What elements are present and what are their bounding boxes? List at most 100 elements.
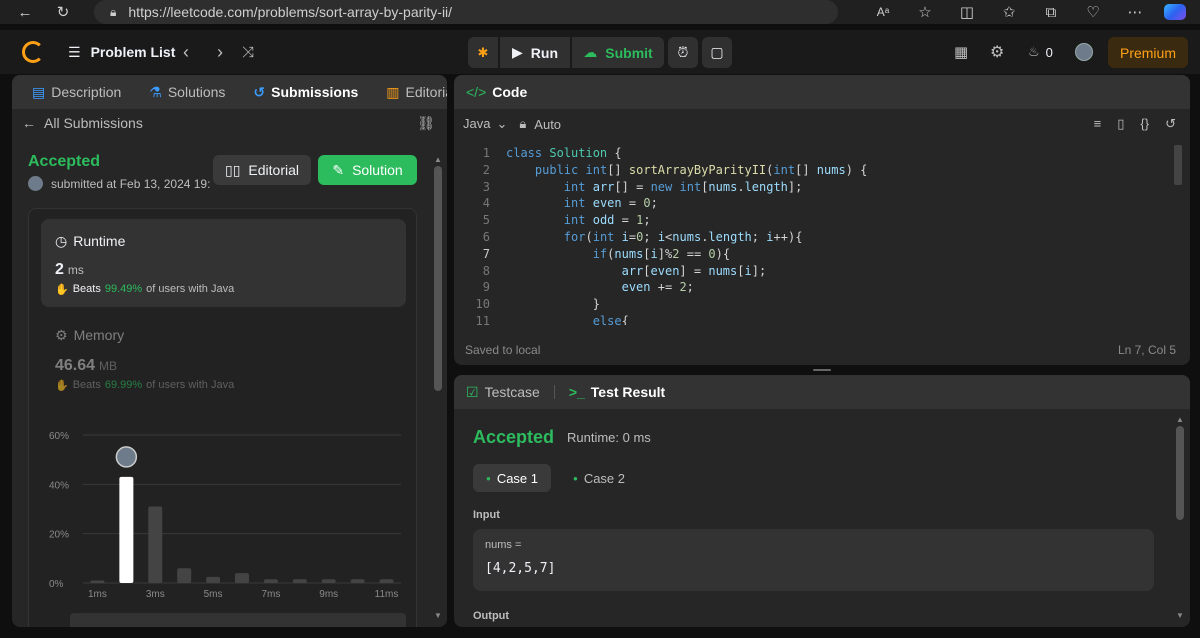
back-arrow-icon: ← — [22, 115, 36, 131]
chart-bar[interactable] — [206, 576, 221, 583]
chart-bar[interactable] — [148, 506, 163, 583]
chart-bar[interactable] — [119, 476, 134, 583]
split-screen-icon[interactable]: ◫ — [946, 3, 988, 21]
solution-button[interactable]: ✎ Solution — [318, 155, 417, 185]
runtime-card[interactable]: ◷ Runtime 2 ms ✋ Beats 99.49% of users w… — [41, 219, 406, 307]
collections-icon[interactable]: ⧉ — [1030, 4, 1072, 21]
timer-button[interactable]: ⏰︎ — [668, 37, 698, 68]
range-selector[interactable] — [70, 613, 406, 627]
copilot-icon[interactable] — [1164, 4, 1186, 20]
clock-icon: ◷ — [55, 233, 68, 249]
code-text: int arr[] = new int[nums.length]; — [563, 179, 803, 194]
chart-bar[interactable] — [350, 579, 365, 583]
memory-value: 46.64 — [55, 357, 96, 374]
tab-testcase[interactable]: ☑ Testcase — [466, 384, 548, 401]
runtime-unit: ms — [67, 263, 84, 277]
tab-solutions[interactable]: ⚗ Solutions — [141, 84, 233, 101]
chart-bar[interactable] — [235, 573, 249, 583]
code-text: class Solution { — [506, 146, 622, 160]
debug-button[interactable]: ✱ — [468, 37, 498, 68]
back-arrow-icon[interactable]: ← — [10, 4, 40, 21]
next-problem-icon[interactable]: › — [217, 30, 223, 74]
flask-icon: ⚗ — [149, 83, 162, 100]
code-editor[interactable]: 1 class Solution {2 public int[] sortArra… — [454, 145, 1174, 325]
edit-icon: ✎ — [332, 161, 345, 178]
code-line[interactable]: 7 if(nums[i]%2 == 0){ — [454, 246, 1174, 263]
chart-bar[interactable] — [379, 579, 394, 583]
link-icon[interactable]: ⛓ — [417, 115, 435, 132]
chip-icon: ⚙ — [55, 327, 68, 343]
code-scrollbar[interactable] — [1174, 145, 1182, 185]
chart-bar[interactable] — [90, 580, 105, 583]
scroll-thumb[interactable] — [434, 166, 442, 391]
tab-description[interactable]: ▤ Description — [24, 84, 129, 101]
cloud-upload-icon: ☁ — [583, 44, 598, 60]
language-select[interactable]: Java ⌄ — [463, 116, 507, 132]
editorial-button[interactable]: ▯▯ Editorial — [213, 155, 311, 185]
layout-grid-icon[interactable]: ▦ — [954, 30, 968, 74]
code-line[interactable]: 4 int even = 0; — [454, 195, 1174, 212]
test-tabs: ☑ Testcase >_ Test Result — [454, 375, 1190, 409]
memory-header: ⚙ Memory — [55, 327, 124, 344]
chevron-down-icon: ⌄ — [496, 116, 508, 131]
premium-button[interactable]: Premium — [1108, 37, 1188, 68]
streak-counter[interactable]: ♨ 0 — [1028, 30, 1053, 74]
all-submissions-row[interactable]: ← All Submissions — [22, 115, 143, 131]
y-tick-label: 40% — [49, 480, 69, 491]
user-avatar[interactable] — [1075, 30, 1093, 74]
left-scrollbar[interactable]: ▲ ▼ — [434, 155, 442, 620]
tab-submissions[interactable]: ↺ Submissions — [245, 84, 366, 101]
case-1-button[interactable]: ● Case 1 — [473, 464, 551, 492]
case-2-button[interactable]: ● Case 2 — [560, 464, 638, 492]
leetcode-logo-icon[interactable] — [22, 41, 44, 63]
chart-bar[interactable] — [263, 579, 278, 583]
format-icon[interactable]: ≡ — [1094, 116, 1102, 132]
test-scrollbar[interactable]: ▲ ▼ — [1176, 415, 1184, 620]
health-icon[interactable]: ♡ — [1072, 3, 1114, 21]
chart-bar[interactable] — [177, 568, 192, 583]
memory-beats-row: ✋ Beats 69.99% of users with Java — [55, 379, 234, 392]
braces-icon[interactable]: {} — [1140, 116, 1149, 132]
resize-handle[interactable] — [813, 369, 831, 371]
line-number: 2 — [482, 162, 490, 177]
code-line[interactable]: 3 int arr[] = new int[nums.length]; — [454, 179, 1174, 196]
shuffle-icon[interactable]: ⤨ — [242, 30, 254, 74]
clap-icon: ✋ — [55, 380, 69, 392]
code-line[interactable]: 10 } — [454, 296, 1174, 313]
beats-suffix: of users with Java — [146, 283, 235, 295]
favorite-star-icon[interactable]: ☆ — [904, 3, 946, 21]
notes-button[interactable]: ▢ — [702, 37, 732, 68]
prev-problem-icon[interactable]: ‹ — [183, 30, 189, 74]
run-label: Run — [530, 44, 558, 61]
tab-test-result[interactable]: >_ Test Result — [561, 384, 673, 400]
refresh-icon[interactable]: ↻ — [48, 3, 78, 21]
code-line[interactable]: 1 class Solution { — [454, 145, 1174, 162]
more-menu-icon[interactable]: ⋯ — [1114, 3, 1156, 21]
run-button[interactable]: ▶ Run — [500, 37, 570, 68]
mode-label[interactable]: Auto — [534, 117, 561, 132]
code-line[interactable]: 8 arr[even] = nums[i]; — [454, 263, 1174, 280]
memory-card[interactable]: ⚙ Memory 46.64 MB ✋ Beats 69.99% of user… — [41, 321, 406, 401]
saved-status: Saved to local — [465, 343, 541, 357]
chart-bar[interactable] — [292, 579, 307, 583]
chart-bar[interactable] — [321, 579, 336, 583]
settings-gear-icon[interactable]: ⚙ — [990, 30, 1004, 74]
code-line[interactable]: 5 int odd = 1; — [454, 212, 1174, 229]
all-submissions-link: All Submissions — [44, 115, 143, 131]
runtime-distribution-chart[interactable]: 60% 40% 20% 0% 1ms 3ms 5ms 7ms 9ms 11ms — [29, 409, 418, 627]
code-line[interactable]: 11 else{ — [454, 313, 1174, 325]
scroll-thumb[interactable] — [1176, 426, 1184, 520]
reset-icon[interactable]: ↺ — [1165, 116, 1176, 132]
code-line[interactable]: 2 public int[] sortArrayByParityII(int[]… — [454, 162, 1174, 179]
var-name: nums = — [485, 539, 522, 551]
address-bar[interactable]: 🔒︎ https://leetcode.com/problems/sort-ar… — [94, 0, 838, 24]
favorites-icon[interactable]: ✩ — [988, 3, 1030, 21]
bookmark-icon[interactable]: ▯ — [1117, 116, 1124, 132]
tab-editorial[interactable]: ▥ Editorial — [378, 84, 447, 101]
problem-list-button[interactable]: ☰ Problem List — [68, 30, 175, 74]
read-aloud-icon[interactable]: Aᵃ — [862, 5, 904, 19]
submit-button[interactable]: ☁ Submit — [572, 37, 664, 68]
code-line[interactable]: 6 for(int i=0; i<nums.length; i++){ — [454, 229, 1174, 246]
code-line[interactable]: 9 even += 2; — [454, 279, 1174, 296]
book-icon: ▯▯ — [224, 161, 241, 178]
